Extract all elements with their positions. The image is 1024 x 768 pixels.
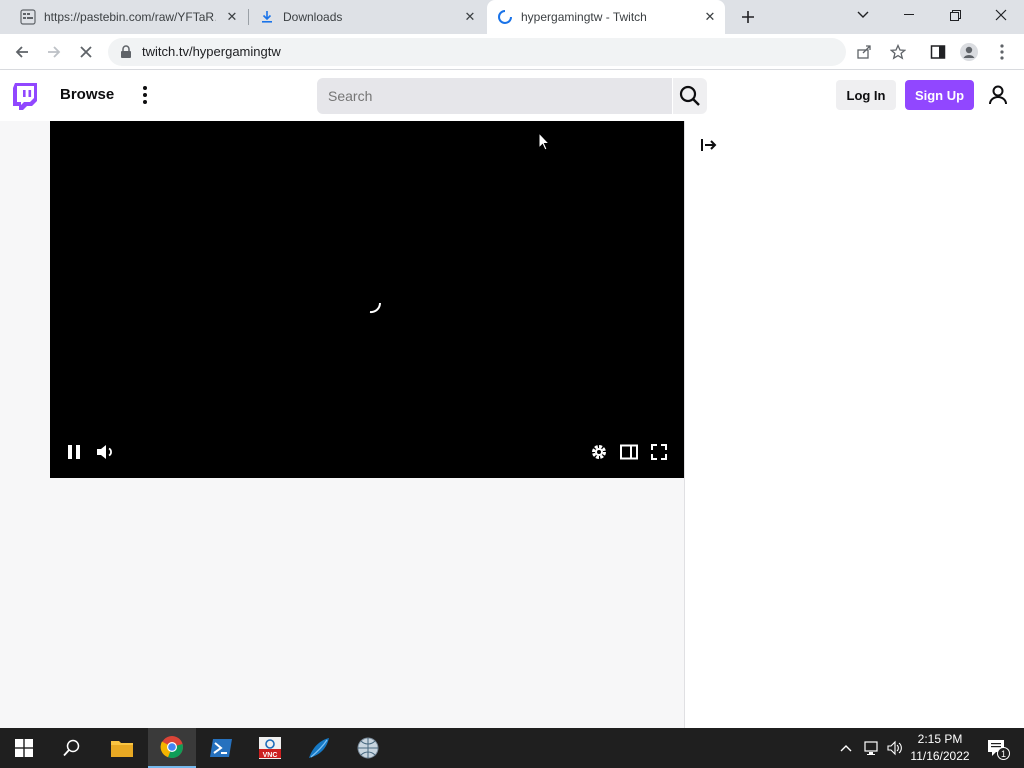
clock-time: 2:15 PM	[917, 732, 963, 746]
address-bar[interactable]: twitch.tv/hypergamingtw	[108, 38, 871, 66]
download-icon	[259, 9, 275, 25]
stop-loading-icon[interactable]	[72, 38, 100, 66]
wireshark-icon[interactable]	[295, 728, 343, 768]
close-tab-icon[interactable]: ✕	[462, 9, 478, 25]
twitch-top-nav: Browse Log In Sign Up	[0, 70, 1024, 121]
collapsed-side-nav	[0, 121, 50, 728]
volume-icon[interactable]	[93, 440, 117, 464]
start-button-icon[interactable]	[0, 728, 48, 768]
loading-spinner-icon	[360, 293, 384, 322]
back-icon[interactable]	[8, 38, 36, 66]
search-button[interactable]	[673, 78, 707, 114]
url-text: twitch.tv/hypergamingtw	[142, 44, 281, 59]
windows-taskbar: VNC 2:15 PM 11/16/2022 1	[0, 728, 1024, 768]
close-tab-icon[interactable]: ✕	[702, 9, 718, 25]
vnc-viewer-icon[interactable]: VNC	[246, 728, 294, 768]
lock-icon	[120, 45, 132, 64]
collapse-chat-icon[interactable]	[700, 138, 718, 157]
profile-icon[interactable]	[955, 38, 983, 66]
clock-date: 11/16/2022	[910, 749, 970, 763]
search-input[interactable]	[317, 78, 672, 114]
browser-tab-strip: https://pastebin.com/raw/YFTaR… ✕ Downlo…	[0, 0, 1024, 34]
tab-title: hypergamingtw - Twitch	[521, 10, 647, 24]
file-explorer-icon[interactable]	[98, 728, 146, 768]
loading-spinner-icon	[497, 9, 513, 25]
twitch-logo-icon[interactable]	[12, 82, 38, 110]
forward-icon[interactable]	[40, 38, 68, 66]
tab-separator	[248, 9, 249, 25]
tab-search-icon[interactable]	[840, 0, 886, 30]
tab-pastebin[interactable]: https://pastebin.com/raw/YFTaR… ✕	[12, 0, 248, 34]
browse-link[interactable]: Browse	[60, 86, 114, 103]
more-options-icon[interactable]	[136, 84, 154, 106]
new-tab-icon[interactable]	[734, 3, 762, 31]
chat-panel	[684, 121, 1024, 728]
tab-title: Downloads	[283, 10, 343, 24]
taskbar-search-icon[interactable]	[48, 728, 96, 768]
mouse-cursor-icon	[538, 131, 551, 156]
restore-icon[interactable]	[932, 0, 978, 30]
tab-title: https://pastebin.com/raw/YFTaR…	[44, 10, 216, 24]
search-icon	[679, 85, 700, 106]
signup-button[interactable]: Sign Up	[905, 80, 974, 110]
video-player[interactable]	[50, 121, 684, 478]
settings-gear-icon[interactable]	[587, 440, 611, 464]
network-tool-icon[interactable]	[344, 728, 392, 768]
bookmark-star-icon[interactable]	[884, 38, 912, 66]
system-clock[interactable]: 2:15 PM 11/16/2022	[904, 731, 976, 765]
powershell-icon[interactable]	[197, 728, 245, 768]
pastebin-icon	[20, 9, 36, 25]
user-menu-icon[interactable]	[987, 84, 1009, 106]
speaker-icon[interactable]	[885, 738, 905, 758]
svg-text:VNC: VNC	[263, 752, 278, 759]
tab-twitch[interactable]: hypergamingtw - Twitch ✕	[487, 0, 725, 34]
show-hidden-icons[interactable]	[836, 738, 856, 758]
theatre-mode-icon[interactable]	[617, 440, 641, 464]
share-icon[interactable]	[856, 44, 872, 65]
notification-count-badge: 1	[997, 747, 1010, 760]
browser-toolbar: twitch.tv/hypergamingtw	[0, 34, 1024, 70]
close-tab-icon[interactable]: ✕	[224, 9, 240, 25]
close-window-icon[interactable]	[978, 0, 1024, 30]
pause-icon[interactable]	[62, 440, 86, 464]
chrome-taskbar-icon[interactable]	[148, 728, 196, 768]
side-panel-icon[interactable]	[924, 38, 952, 66]
network-icon[interactable]	[861, 738, 881, 758]
notifications-icon[interactable]: 1	[984, 738, 1010, 760]
login-button[interactable]: Log In	[836, 80, 896, 110]
search-field	[317, 78, 672, 114]
fullscreen-icon[interactable]	[647, 440, 671, 464]
channel-info-area	[50, 478, 684, 728]
tab-downloads[interactable]: Downloads ✕	[250, 0, 486, 34]
minimize-icon[interactable]	[886, 0, 932, 30]
browser-menu-icon[interactable]	[988, 38, 1016, 66]
